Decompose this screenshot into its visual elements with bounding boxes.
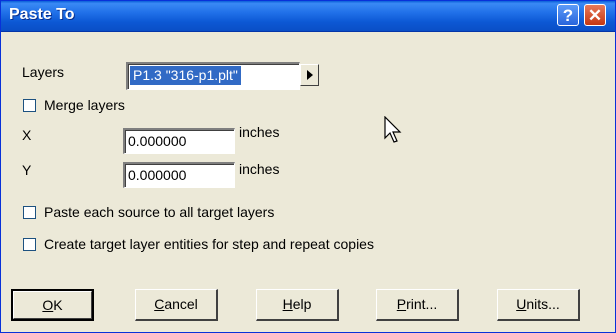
ok-button[interactable]: OK (11, 289, 94, 321)
cancel-mnemonic: C (154, 296, 165, 312)
ok-mnemonic: O (42, 297, 54, 313)
question-icon: ? (562, 6, 574, 25)
arrow-right-icon (307, 70, 313, 80)
y-unit-label: inches (239, 161, 280, 177)
paste-to-dialog: Paste To ? ✕ Layers P1.3 "316-p1.plt" Me… (0, 0, 616, 333)
print-label: rint... (406, 296, 438, 312)
units-mnemonic: U (516, 296, 527, 312)
layers-value: P1.3 "316-p1.plt" (130, 66, 241, 85)
close-icon: ✕ (587, 6, 603, 25)
ok-label: K (53, 297, 63, 313)
cancel-label: ancel (164, 296, 198, 312)
print-mnemonic: P (396, 296, 407, 312)
layers-field[interactable]: P1.3 "316-p1.plt" (126, 62, 300, 90)
paste-all-label: Paste each source to all target layers (44, 204, 275, 220)
units-button[interactable]: Units... (497, 289, 580, 321)
create-entities-checkbox[interactable] (23, 238, 36, 251)
help-button[interactable]: Help (256, 289, 339, 321)
paste-all-checkbox[interactable] (23, 206, 36, 219)
x-input[interactable]: 0.000000 (123, 128, 235, 154)
print-button[interactable]: Print... (376, 289, 459, 321)
help-label: elp (292, 296, 312, 312)
merge-layers-checkbox[interactable] (23, 99, 36, 112)
y-input[interactable]: 0.000000 (123, 162, 235, 188)
title-bar[interactable]: Paste To ? ✕ (1, 1, 615, 32)
x-unit-label: inches (239, 124, 280, 140)
mouse-pointer-icon (384, 116, 402, 143)
y-label: Y (22, 162, 32, 178)
help-title-button[interactable]: ? (557, 4, 579, 26)
close-button[interactable]: ✕ (584, 4, 606, 26)
dialog-title: Paste To (9, 6, 75, 23)
create-entities-label: Create target layer entities for step an… (44, 236, 374, 252)
x-label: X (22, 127, 32, 143)
layers-arrow-button[interactable] (300, 64, 319, 86)
help-mnemonic: H (282, 296, 293, 312)
layers-label: Layers (22, 64, 65, 80)
units-label: nits... (526, 296, 560, 312)
merge-layers-label: Merge layers (44, 97, 125, 113)
cancel-button[interactable]: Cancel (135, 289, 218, 321)
